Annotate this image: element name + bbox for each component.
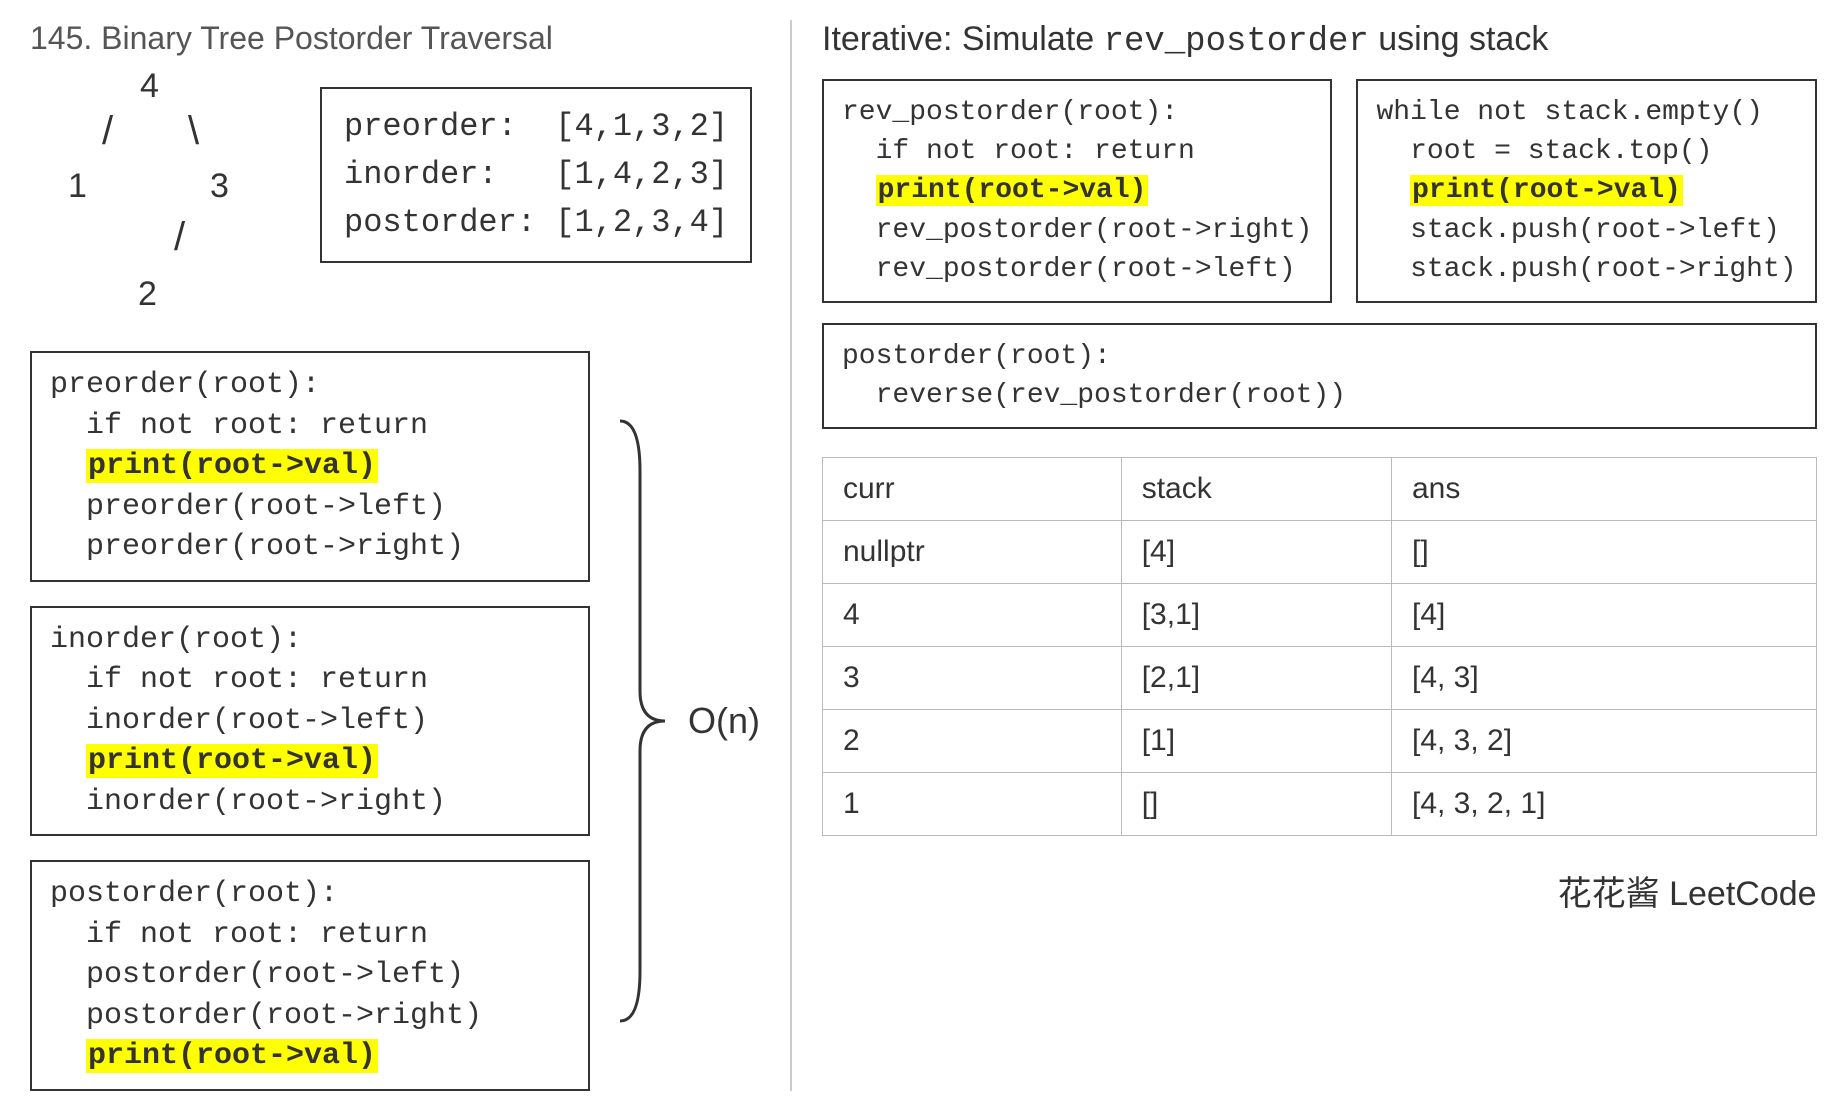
cell: nullptr xyxy=(823,521,1122,584)
highlight-line: print(root->val) xyxy=(86,1039,378,1073)
code-line: postorder(root->left) xyxy=(50,958,464,992)
code-line: while not stack.empty() xyxy=(1376,97,1762,128)
code-line: if not root: return xyxy=(50,409,428,443)
highlight-line: print(root->val) xyxy=(86,744,378,778)
postorder-value: [1,2,3,4] xyxy=(555,204,728,241)
cell: [4, 3, 2] xyxy=(1391,710,1816,773)
left-column: 145. Binary Tree Postorder Traversal 4 /… xyxy=(30,20,792,1091)
tree-node-3: 3 xyxy=(210,167,229,206)
stack-loop-code-box: while not stack.empty() root = stack.top… xyxy=(1356,79,1816,303)
postorder-label: postorder: xyxy=(344,204,555,241)
tree-edge: / xyxy=(174,215,185,260)
code-line: postorder(root->right) xyxy=(50,999,482,1033)
table-header-ans: ans xyxy=(1391,458,1816,521)
code-line: preorder(root->left) xyxy=(50,490,446,524)
trace-table: curr stack ans nullptr [4] [] 4 [3,1] [4… xyxy=(822,457,1817,836)
code-line: stack.push(root->right) xyxy=(1376,254,1796,285)
preorder-value: [4,1,3,2] xyxy=(555,108,728,145)
postorder-code-box: postorder(root): if not root: return pos… xyxy=(30,860,590,1091)
tree-node-4: 4 xyxy=(140,67,159,106)
code-line: root = stack.top() xyxy=(1376,136,1712,167)
table-header-curr: curr xyxy=(823,458,1122,521)
tree-node-1: 1 xyxy=(68,167,87,206)
cell: 3 xyxy=(823,647,1122,710)
code-line: preorder(root): xyxy=(50,368,320,402)
code-line: if not root: return xyxy=(50,918,428,952)
code-line: if not root: return xyxy=(842,136,1195,167)
cell: [] xyxy=(1121,773,1391,836)
code-line: reverse(rev_postorder(root)) xyxy=(842,380,1346,411)
cell: [1] xyxy=(1121,710,1391,773)
cell: [3,1] xyxy=(1121,584,1391,647)
inorder-label: inorder: xyxy=(344,156,555,193)
brace-group: O(n) xyxy=(610,411,760,1031)
code-line: stack.push(root->left) xyxy=(1376,215,1779,246)
table-row: 4 [3,1] [4] xyxy=(823,584,1817,647)
code-line: inorder(root->left) xyxy=(50,704,428,738)
code-line: if not root: return xyxy=(50,663,428,697)
cell: 4 xyxy=(823,584,1122,647)
page-title: 145. Binary Tree Postorder Traversal xyxy=(30,20,760,57)
cell: [4] xyxy=(1391,584,1816,647)
code-line: preorder(root->right) xyxy=(50,530,464,564)
highlight-line: print(root->val) xyxy=(86,449,378,483)
code-line: inorder(root->right) xyxy=(50,785,446,819)
rev-postorder-code-box: rev_postorder(root): if not root: return… xyxy=(822,79,1332,303)
table-row: 2 [1] [4, 3, 2] xyxy=(823,710,1817,773)
cell: 1 xyxy=(823,773,1122,836)
cell: [] xyxy=(1391,521,1816,584)
code-line: rev_postorder(root->right) xyxy=(842,215,1312,246)
postorder-wrapper-code-box: postorder(root): reverse(rev_postorder(r… xyxy=(822,323,1817,429)
code-line: inorder(root): xyxy=(50,623,302,657)
table-header-stack: stack xyxy=(1121,458,1391,521)
table-row: 1 [] [4, 3, 2, 1] xyxy=(823,773,1817,836)
preorder-code-box: preorder(root): if not root: return prin… xyxy=(30,351,590,582)
preorder-label: preorder: xyxy=(344,108,555,145)
cell: [4] xyxy=(1121,521,1391,584)
inorder-code-box: inorder(root): if not root: return inord… xyxy=(30,606,590,837)
cell: [4, 3, 2, 1] xyxy=(1391,773,1816,836)
inorder-value: [1,4,2,3] xyxy=(555,156,728,193)
code-line: rev_postorder(root->left) xyxy=(842,254,1296,285)
title-part: Iterative: Simulate xyxy=(822,20,1104,58)
table-row: 3 [2,1] [4, 3] xyxy=(823,647,1817,710)
code-line: postorder(root): xyxy=(50,877,338,911)
curly-brace-icon xyxy=(610,411,670,1031)
code-line: postorder(root): xyxy=(842,341,1111,372)
tree-edge: / xyxy=(102,109,113,154)
tree-diagram: 4 / \ 1 3 / 2 xyxy=(30,67,290,327)
title-mono: rev_postorder xyxy=(1104,23,1369,61)
highlight-line: print(root->val) xyxy=(876,175,1149,206)
traversal-orders-box: preorder: [4,1,3,2] inorder: [1,4,2,3] p… xyxy=(320,87,752,263)
cell: [2,1] xyxy=(1121,647,1391,710)
cell: 2 xyxy=(823,710,1122,773)
footer-credit: 花花酱 LeetCode xyxy=(822,866,1817,915)
complexity-label: O(n) xyxy=(688,700,760,742)
iterative-title: Iterative: Simulate rev_postorder using … xyxy=(822,20,1817,61)
right-column: Iterative: Simulate rev_postorder using … xyxy=(792,20,1817,1091)
tree-node-2: 2 xyxy=(138,275,157,314)
title-part: using stack xyxy=(1369,20,1549,58)
cell: [4, 3] xyxy=(1391,647,1816,710)
code-line: rev_postorder(root): xyxy=(842,97,1178,128)
highlight-line: print(root->val) xyxy=(1410,175,1683,206)
table-row: nullptr [4] [] xyxy=(823,521,1817,584)
tree-edge: \ xyxy=(188,109,199,154)
